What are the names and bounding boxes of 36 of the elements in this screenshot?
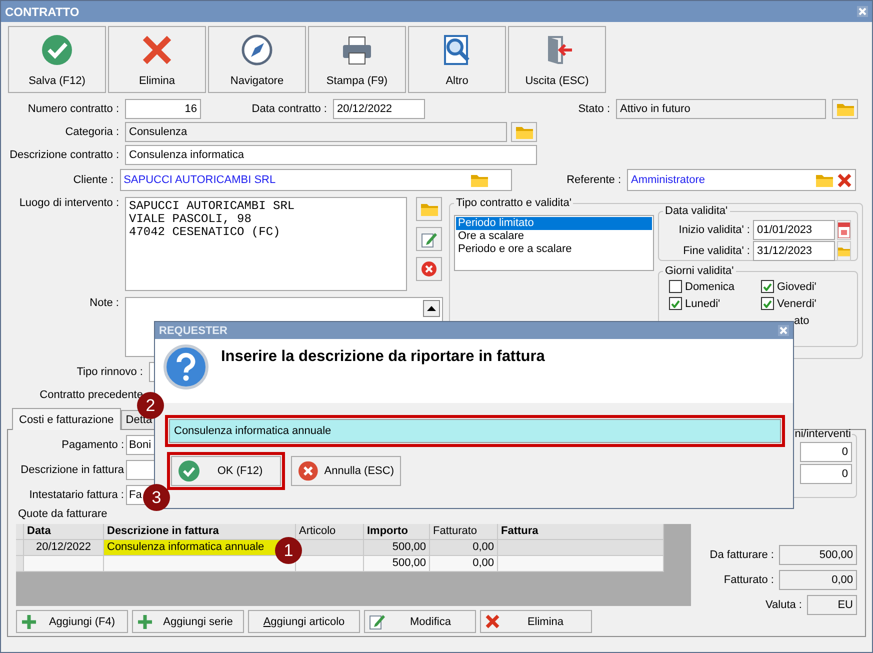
- field-label: Data contratto :: [250, 103, 328, 115]
- table-cell: 500,00: [364, 556, 430, 572]
- group-title: Data validita': [664, 205, 729, 217]
- field-label: Numero contratto :: [26, 103, 120, 115]
- field-label: Contratto precedente: [38, 389, 144, 401]
- field-label: Da fatturare :: [710, 549, 775, 561]
- section-label: Quote da fatturare: [18, 508, 108, 520]
- field-label: Fatturato :: [724, 574, 775, 586]
- checkbox-label: Giovedi': [777, 280, 816, 292]
- field-label: Valuta :: [766, 599, 803, 611]
- field-label: Pagamento :: [60, 439, 125, 451]
- field-label: Categoria :: [64, 126, 120, 138]
- field-label: Stato :: [577, 103, 611, 115]
- dialog-title: REQUESTER: [159, 324, 228, 336]
- checkbox-label: ato: [794, 314, 810, 326]
- checkbox-label: Venerdi': [777, 298, 816, 310]
- field-label: Cliente :: [72, 174, 115, 186]
- table-cell: 0,00: [430, 556, 498, 572]
- field-label: Fine validita' :: [682, 245, 751, 257]
- checkbox-label: Domenica: [685, 280, 735, 292]
- group-title: Giorni validita': [664, 265, 735, 277]
- group-title: ni/interventi: [794, 428, 852, 440]
- dialog-message: Inserire la descrizione da riportare in fattura: [221, 348, 545, 366]
- field-value: Amministratore: [631, 174, 705, 186]
- window-title: CONTRATTO: [5, 4, 80, 18]
- field-label: Descrizione contratto :: [8, 149, 120, 161]
- field-label: Intestatario fattura :: [28, 489, 125, 501]
- field-label: Inizio validita' :: [678, 224, 751, 236]
- field-label: Referente :: [566, 174, 622, 186]
- field-label: Tipo rinnovo :: [76, 366, 144, 378]
- field-label: Luogo di intervento :: [18, 197, 120, 209]
- field-label: Note :: [88, 297, 120, 309]
- checkbox-label: Lunedi': [685, 298, 720, 310]
- group-title: Tipo contratto e validita': [455, 197, 572, 209]
- field-value: SAPUCCI AUTORICAMBI SRL: [124, 174, 276, 186]
- field-label: Descrizione in fattura: [20, 464, 125, 476]
